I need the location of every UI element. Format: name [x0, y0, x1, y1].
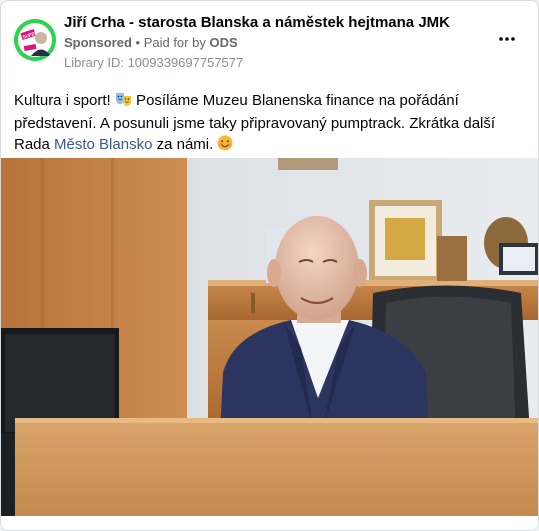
performing-arts-icon — [115, 91, 132, 113]
paid-for-by-name[interactable]: ODS — [209, 35, 237, 50]
sponsored-label[interactable]: Sponsored — [64, 35, 132, 50]
smiling-face-icon — [217, 135, 233, 157]
mesto-blansko-link[interactable]: Město Blansko — [54, 136, 152, 153]
post-header: SUPER Jiří Crha - starosta Blanska a nám… — [1, 1, 538, 81]
sponsored-meta: Sponsored • Paid for by ODS — [64, 35, 238, 50]
ad-post-card: SUPER Jiří Crha - starosta Blanska a nám… — [0, 0, 539, 531]
post-text-part1: Kultura i sport! — [14, 92, 115, 109]
office-photo-image — [1, 158, 538, 516]
page-avatar[interactable]: SUPER — [14, 19, 56, 61]
more-options-button[interactable] — [491, 27, 523, 51]
page-name-link[interactable]: Jiří Crha - starosta Blanska a náměstek … — [64, 14, 450, 31]
post-bottom-edge — [1, 516, 538, 530]
avatar-image: SUPER — [14, 19, 56, 61]
paid-for-by: Paid for by ODS — [144, 35, 238, 50]
post-photo[interactable] — [1, 158, 538, 516]
more-dots-icon — [499, 37, 515, 41]
meta-separator: • — [131, 35, 144, 50]
post-message: Kultura i sport! Posíláme Muzeu Blanensk… — [14, 90, 526, 157]
library-id: Library ID: 1009339697757577 — [64, 55, 244, 70]
paid-for-prefix: Paid for by — [143, 35, 210, 50]
post-text-part3: za námi. — [152, 136, 218, 153]
